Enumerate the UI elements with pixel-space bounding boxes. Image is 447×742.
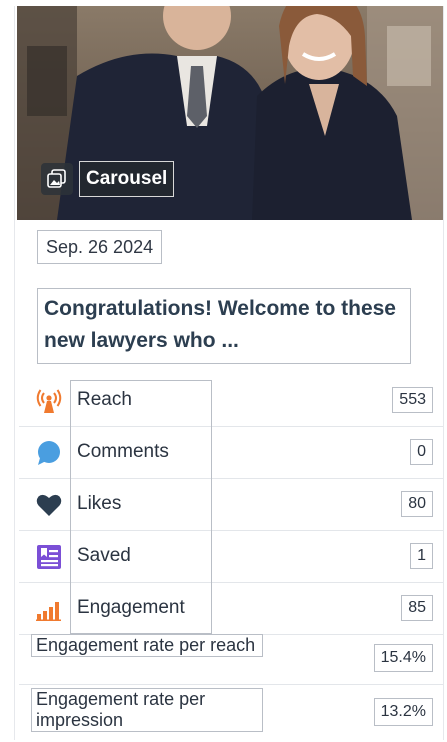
rate-label-per-reach: Engagement rate per reach bbox=[31, 634, 263, 657]
metric-value-engagement: 85 bbox=[401, 595, 433, 621]
metric-row-comments: Comments 0 bbox=[19, 426, 443, 479]
post-title[interactable]: Congratulations! Welcome to these new la… bbox=[37, 288, 411, 364]
rate-label-per-impression: Engagement rate per impression bbox=[31, 688, 263, 732]
carousel-label: Carousel bbox=[79, 161, 175, 197]
metric-value-likes: 80 bbox=[401, 491, 433, 517]
carousel-images-icon bbox=[41, 163, 73, 195]
metric-label-likes: Likes bbox=[77, 493, 122, 514]
rate-row-per-reach: Engagement rate per reach 15.4% bbox=[19, 632, 443, 685]
post-date: Sep. 26 2024 bbox=[37, 230, 163, 264]
metric-value-comments: 0 bbox=[410, 439, 433, 465]
heart-icon bbox=[35, 491, 63, 519]
metric-label-reach: Reach bbox=[77, 389, 132, 410]
metric-row-saved: Saved 1 bbox=[19, 530, 443, 583]
metric-label-comments: Comments bbox=[77, 441, 169, 462]
post-card[interactable]: Carousel Sep. 26 2024 Congratulations! W… bbox=[14, 6, 444, 740]
metric-row-engagement: Engagement 85 bbox=[19, 582, 443, 635]
metric-row-likes: Likes 80 bbox=[19, 478, 443, 531]
carousel-badge: Carousel bbox=[41, 160, 175, 198]
broadcast-tower-icon bbox=[35, 387, 63, 415]
post-thumbnail-image[interactable]: Carousel bbox=[17, 6, 443, 220]
metric-label-saved: Saved bbox=[77, 545, 131, 566]
metric-label-engagement: Engagement bbox=[77, 597, 185, 618]
rate-value-per-reach: 15.4% bbox=[373, 644, 433, 672]
rate-value-per-impression: 13.2% bbox=[373, 698, 433, 726]
rate-row-per-impression: Engagement rate per impression 13.2% bbox=[19, 686, 443, 738]
speech-bubble-icon bbox=[35, 439, 63, 467]
bookmark-list-icon bbox=[35, 543, 63, 571]
metric-value-reach: 553 bbox=[392, 387, 433, 413]
metric-value-saved: 1 bbox=[410, 543, 433, 569]
metric-row-reach: Reach 553 bbox=[19, 374, 443, 427]
bar-chart-icon bbox=[35, 595, 63, 623]
